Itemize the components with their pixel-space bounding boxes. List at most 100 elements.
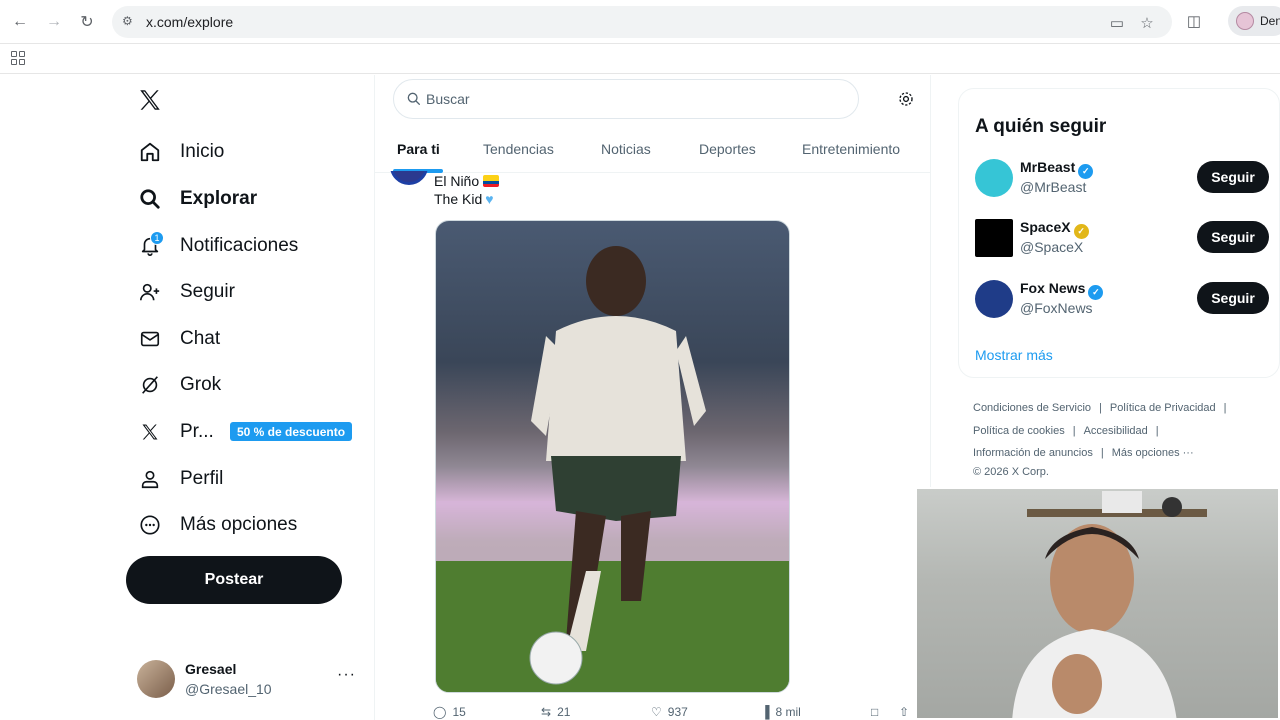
bookmark-star-icon[interactable]: ☆ — [1138, 14, 1156, 32]
footer-link[interactable]: Condiciones de Servicio — [973, 402, 1091, 414]
account-name: Gresael — [185, 661, 237, 677]
repost-button[interactable]: ⇆ 21 — [541, 705, 570, 719]
footer-link[interactable]: Más opciones ··· — [1112, 447, 1194, 459]
account-handle: @FoxNews — [1020, 300, 1093, 316]
browser-toolbar: ← → ↻ ⚙ x.com/explore ▭ ☆ ◫ Den — [0, 0, 1280, 44]
verified-gold-badge-icon: ✓ — [1073, 224, 1089, 239]
add-person-icon — [138, 280, 162, 304]
nav-item-follow[interactable]: Seguir — [138, 277, 235, 307]
grok-icon — [138, 373, 162, 397]
left-sidebar: Inicio Explorar 1 Notificaciones Seguir … — [0, 75, 375, 720]
tab-deportes[interactable]: Deportes — [699, 141, 756, 157]
follow-button[interactable]: Seguir — [1197, 282, 1269, 314]
verified-badge-icon: ✓ — [1088, 285, 1104, 300]
bookmark-icon[interactable]: □ — [871, 705, 878, 719]
right-sidebar: A quién seguir MrBeast ✓ @MrBeast Seguir … — [958, 88, 1280, 488]
site-settings-icon[interactable]: ⚙ — [122, 14, 138, 30]
avatar — [975, 280, 1013, 318]
install-app-icon[interactable]: ▭ — [1108, 14, 1126, 32]
follow-suggestion[interactable]: Fox News ✓ @FoxNews Seguir — [975, 280, 1275, 324]
person-icon — [138, 467, 162, 491]
follow-suggestion[interactable]: MrBeast ✓ @MrBeast Seguir — [975, 159, 1275, 203]
apps-grid-icon[interactable] — [11, 51, 25, 65]
search-icon — [407, 92, 420, 105]
url-text[interactable]: x.com/explore — [146, 14, 233, 30]
profile-label: Den — [1260, 14, 1280, 28]
account-switcher[interactable]: Gresael @Gresael_10 ··· — [137, 660, 357, 700]
avatar — [975, 159, 1013, 197]
nav-item-premium[interactable]: Pr... 50 % de descuento — [138, 417, 368, 447]
extensions-icon[interactable]: ◫ — [1185, 12, 1203, 30]
profile-avatar — [1236, 12, 1254, 30]
footer-link[interactable]: Información de anuncios — [973, 447, 1093, 459]
views-button[interactable]: ▐ 8 mil — [761, 705, 801, 719]
back-icon[interactable]: ← — [9, 11, 31, 33]
search-placeholder: Buscar — [426, 91, 470, 107]
nav-label: Chat — [180, 328, 221, 349]
nav-label: Explorar — [180, 188, 258, 209]
x-premium-icon — [138, 420, 162, 444]
main-column: Buscar Para ti Tendencias Noticias Depor… — [375, 75, 931, 720]
reply-button[interactable]: ◯ 15 — [433, 705, 466, 719]
tab-para-ti[interactable]: Para ti — [397, 141, 440, 157]
footer-links: Condiciones de Servicio | Política de Priv… — [973, 402, 1227, 478]
tweet-image[interactable] — [435, 220, 790, 693]
account-name: SpaceX ✓ — [1020, 219, 1089, 239]
football-player-photo — [436, 246, 789, 692]
footer-link[interactable]: Política de Privacidad — [1110, 402, 1216, 414]
nav-item-grok[interactable]: Grok — [138, 370, 221, 400]
webcam-overlay — [915, 487, 1280, 720]
repost-icon: ⇆ — [541, 705, 552, 719]
share-icon[interactable]: ⇧ — [899, 705, 909, 719]
nav-item-chat[interactable]: Chat — [138, 324, 220, 354]
tab-entretenimiento[interactable]: Entretenimiento — [802, 141, 900, 157]
views-chart-icon: ▐ — [761, 705, 770, 719]
ecuador-flag-icon — [483, 175, 500, 187]
address-bar[interactable]: ⚙ x.com/explore ▭ ☆ — [112, 6, 1172, 38]
account-name: Fox News ✓ — [1020, 280, 1104, 300]
nav-label: Seguir — [180, 281, 235, 302]
blue-heart-icon: ♥ — [485, 191, 494, 207]
tweet-actions: ◯ 15 ⇆ 21 ♡ 937 ▐ 8 mil □ ⇧ — [433, 705, 930, 720]
avatar[interactable] — [390, 171, 428, 185]
follow-suggestion[interactable]: SpaceX ✓ @SpaceX Seguir — [975, 219, 1275, 263]
gear-icon[interactable] — [897, 90, 915, 108]
webcam-person-image — [1012, 491, 1207, 718]
forward-icon[interactable]: → — [43, 11, 65, 33]
nav-item-more[interactable]: Más opciones — [138, 510, 297, 540]
x-logo-icon[interactable] — [137, 87, 163, 113]
follow-button[interactable]: Seguir — [1197, 221, 1269, 253]
who-to-follow-card: A quién seguir MrBeast ✓ @MrBeast Seguir … — [958, 88, 1280, 378]
explore-tabs: Para ti Tendencias Noticias Deportes Ent… — [375, 131, 930, 173]
account-handle: @MrBeast — [1020, 179, 1087, 195]
more-dots-icon[interactable]: ··· — [337, 666, 356, 684]
nav-item-profile[interactable]: Perfil — [138, 464, 223, 494]
nav-label: Más opciones — [180, 514, 298, 535]
nav-item-notifications[interactable]: 1 Notificaciones — [138, 231, 298, 261]
tweet-text-line: The Kid ♥ — [434, 191, 494, 207]
post-button[interactable]: Postear — [126, 556, 342, 604]
nav-label: Grok — [180, 374, 222, 395]
more-circle-icon — [138, 513, 162, 537]
bookmarks-bar — [0, 44, 1280, 74]
like-button[interactable]: ♡ 937 — [651, 705, 688, 719]
avatar — [137, 660, 175, 698]
footer-link[interactable]: Accesibilidad — [1084, 425, 1148, 437]
footer-link[interactable]: Política de cookies — [973, 425, 1065, 437]
nav-item-home[interactable]: Inicio — [138, 137, 224, 167]
bell-icon: 1 — [138, 231, 164, 258]
follow-button[interactable]: Seguir — [1197, 161, 1269, 193]
reload-icon[interactable]: ↻ — [76, 11, 98, 33]
copyright: © 2026 X Corp. — [973, 465, 1049, 478]
show-more-link[interactable]: Mostrar más — [975, 347, 1053, 363]
tab-tendencias[interactable]: Tendencias — [483, 141, 554, 157]
browser-profile-button[interactable]: Den — [1228, 6, 1280, 36]
search-input[interactable]: Buscar — [393, 79, 859, 119]
nav-label: Notificaciones — [180, 235, 299, 256]
mail-icon — [138, 327, 162, 351]
tab-noticias[interactable]: Noticias — [601, 141, 651, 157]
nav-label: Pr... — [180, 421, 214, 442]
search-icon — [138, 187, 162, 211]
account-name: MrBeast ✓ — [1020, 159, 1094, 179]
nav-item-explore[interactable]: Explorar — [138, 184, 257, 214]
